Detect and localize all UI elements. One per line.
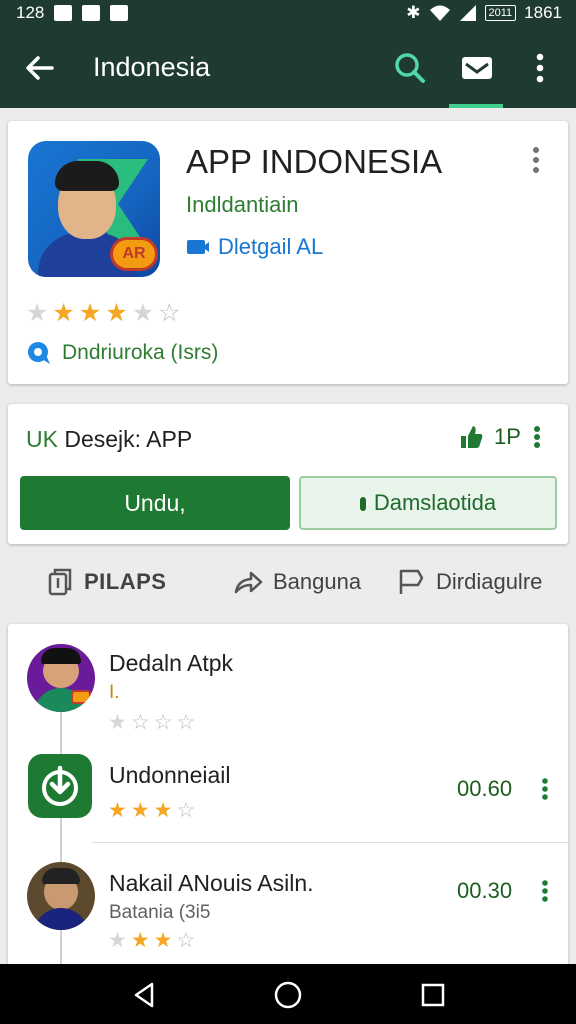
- home-nav-icon[interactable]: [273, 980, 303, 1010]
- action-label: PILAPS: [84, 569, 167, 594]
- reviews-label: Dndriuroka (Isrs): [62, 341, 219, 364]
- size-value: 1P: [494, 424, 521, 449]
- chat-bubble-icon: [28, 342, 50, 364]
- status-time: 128: [16, 3, 45, 22]
- timeline-line: [60, 704, 62, 974]
- detail-link[interactable]: Dletgail AL: [186, 234, 323, 260]
- star-outline-icon: ☆: [176, 711, 196, 734]
- person-avatar: [27, 862, 95, 930]
- star-icon: ★: [108, 711, 127, 734]
- app-icon-badge: AR: [110, 237, 158, 271]
- action-row: PILAPS Banguna Dirdiagulre: [0, 560, 576, 610]
- detail-link-label: Dletgail AL: [218, 234, 324, 259]
- item-rating-stars: ★ ★ ★ ☆: [108, 800, 195, 821]
- battery-indicator: 2011: [484, 5, 517, 21]
- star-icon: ★: [130, 799, 150, 822]
- app-icon: AR: [28, 141, 160, 277]
- star-icon: ★: [108, 929, 127, 952]
- status-clock: 1861: [524, 3, 562, 22]
- secondary-action-label: Damslaotida: [373, 490, 497, 515]
- mail-icon[interactable]: [456, 48, 498, 88]
- size-info: 1P: [458, 424, 543, 450]
- back-nav-icon[interactable]: [130, 980, 160, 1010]
- item-overflow-icon[interactable]: [537, 776, 553, 802]
- action-label: Dirdiagulre: [436, 569, 543, 594]
- install-button[interactable]: Undu,: [20, 476, 290, 530]
- developer-link[interactable]: Indldantiain: [186, 192, 299, 218]
- download-icon: [42, 765, 78, 806]
- star-icon: ★: [153, 929, 173, 952]
- bluetooth-icon: ✱: [406, 3, 421, 22]
- star-outline-icon: ☆: [158, 299, 181, 327]
- list-divider: [92, 842, 568, 843]
- person-avatar: [27, 644, 95, 712]
- star-icon: ★: [131, 299, 155, 327]
- install-label: UK Desejk: APP: [26, 426, 192, 453]
- notification-icon: [54, 5, 73, 21]
- item-rating-stars: ★ ★ ★ ☆: [108, 930, 195, 951]
- star-icon: ★: [26, 299, 49, 327]
- item-overflow-icon[interactable]: [537, 878, 553, 904]
- signal-icon: [459, 5, 476, 21]
- wifi-icon: [429, 5, 450, 21]
- card-overflow-icon[interactable]: [526, 145, 546, 175]
- share-icon: [234, 571, 263, 594]
- search-icon[interactable]: [390, 48, 430, 88]
- action-label: Banguna: [273, 569, 362, 594]
- thumbs-up-icon: [461, 426, 483, 448]
- related-apps-list: Dedaln Atpk I. ★ ☆ ☆ ☆ Undonneiail ★ ★ ★…: [8, 624, 568, 974]
- star-icon: ★: [153, 799, 173, 822]
- item-price: 00.60: [457, 776, 513, 801]
- star-icon: ★: [108, 799, 127, 822]
- action-share[interactable]: Banguna: [233, 568, 361, 596]
- active-tab-indicator: [449, 104, 503, 108]
- star-icon: ★: [52, 299, 75, 327]
- system-navigation-bar: [0, 964, 576, 1024]
- size-overflow-icon[interactable]: [531, 424, 543, 450]
- item-price: 00.30: [457, 878, 513, 903]
- action-flag[interactable]: Dirdiagulre: [398, 568, 542, 596]
- camera-notification-icon: [82, 5, 101, 21]
- pin-icon: [359, 497, 366, 512]
- app-header-card: AR APP INDONESIA Indldantiain Dletgail A…: [8, 121, 568, 384]
- action-wishlist[interactable]: PILAPS: [48, 568, 166, 596]
- back-arrow-icon[interactable]: [20, 48, 60, 88]
- item-subtitle: I.: [109, 682, 120, 703]
- item-subtitle: Batania (3i5: [109, 902, 211, 923]
- item-title: Dedaln Atpk: [109, 650, 234, 676]
- star-outline-icon: ☆: [176, 929, 196, 952]
- recents-nav-icon[interactable]: [418, 980, 448, 1010]
- status-bar: 128 ✱ 2011 1861: [0, 0, 576, 26]
- app-bar: Indonesia: [0, 26, 576, 108]
- detail-icon: [187, 240, 209, 254]
- download-app-icon: [28, 754, 92, 818]
- star-outline-icon: ☆: [130, 711, 150, 734]
- star-icon: ★: [78, 299, 102, 327]
- star-outline-icon: ☆: [176, 799, 196, 822]
- item-title: Nakail ANouis Asiln.: [109, 870, 314, 896]
- item-rating-stars: ★ ☆ ☆ ☆: [108, 712, 195, 733]
- install-label-prefix: UK: [26, 426, 58, 452]
- app-title: APP INDONESIA: [186, 143, 443, 180]
- install-card: UK Desejk: APP 1P Undu, Damslaotida: [8, 404, 568, 544]
- star-icon: ★: [130, 929, 150, 952]
- app-rating-stars: ★ ★ ★ ★ ★ ☆: [26, 301, 181, 326]
- flag-icon: [399, 569, 424, 594]
- secondary-action-button[interactable]: Damslaotida: [299, 476, 557, 530]
- image-notification-icon: [110, 5, 129, 21]
- bookmark-stack-icon: [48, 568, 72, 596]
- page-title: Indonesia: [93, 52, 211, 82]
- reviews-link[interactable]: Dndriuroka (Isrs): [26, 341, 218, 365]
- star-outline-icon: ☆: [153, 711, 173, 734]
- install-label-text: Desejk: APP: [57, 426, 193, 452]
- overflow-menu-icon[interactable]: [526, 48, 554, 88]
- star-icon: ★: [105, 299, 128, 327]
- item-title: Undonneiail: [109, 762, 231, 788]
